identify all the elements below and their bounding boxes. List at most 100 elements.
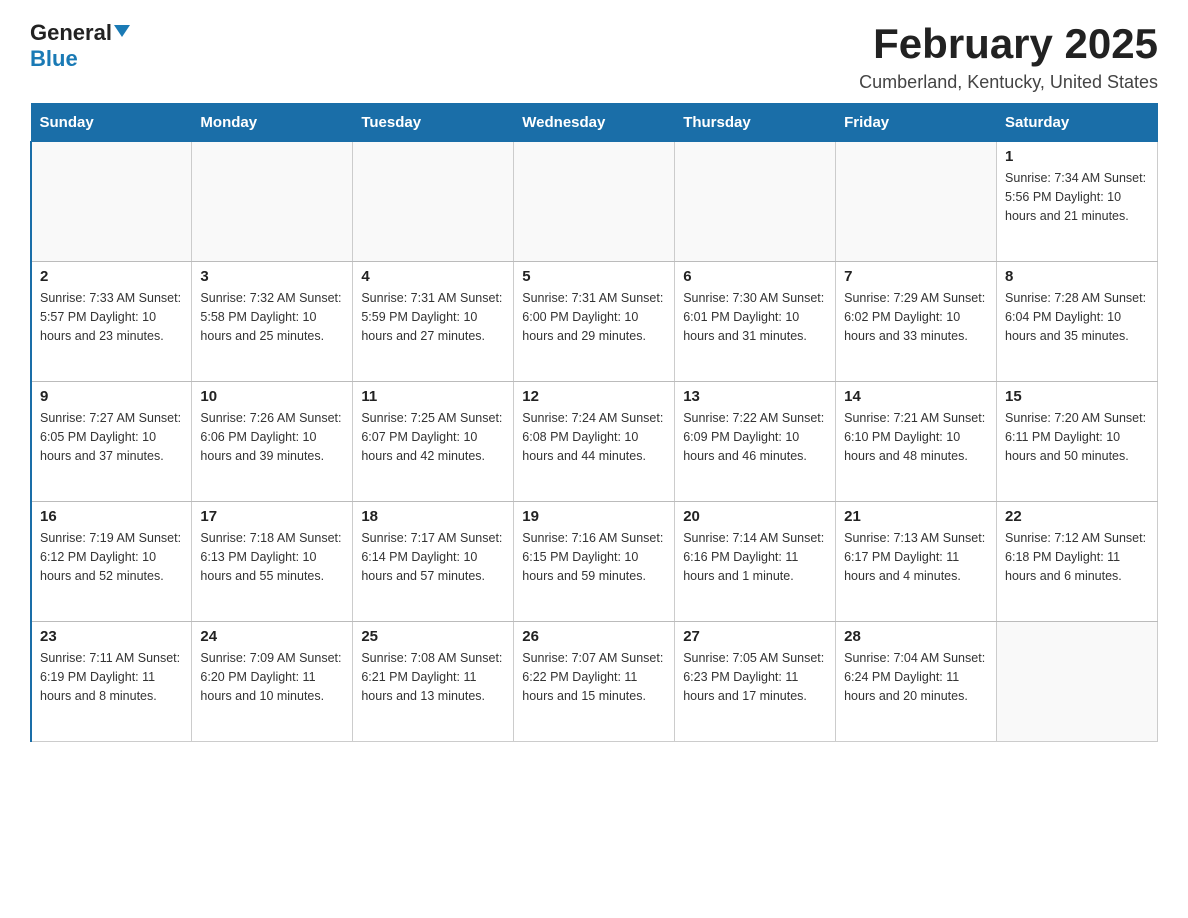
calendar-cell: 8 Sunrise: 7:28 AM Sunset: 6:04 PM Daylig… <box>997 262 1158 382</box>
calendar-cell: 10 Sunrise: 7:26 AM Sunset: 6:06 PM Dayli… <box>192 382 353 502</box>
calendar-cell: 1 Sunrise: 7:34 AM Sunset: 5:56 PM Daylig… <box>997 142 1158 262</box>
page-header: General Blue February 2025 Cumberland, K… <box>30 20 1158 93</box>
week-row-0: 1 Sunrise: 7:34 AM Sunset: 5:56 PM Daylig… <box>31 142 1158 262</box>
calendar-cell: 5Sunrise: 7:31 AM Sunset: 6:00 PM Daylig… <box>514 262 675 382</box>
day-info: Sunrise: 7:34 AM Sunset: 5:56 PM Dayligh… <box>1005 169 1149 225</box>
calendar-cell: 11Sunrise: 7:25 AM Sunset: 6:07 PM Dayli… <box>353 382 514 502</box>
day-number: 20 <box>683 508 827 525</box>
day-info: Sunrise: 7:29 AM Sunset: 6:02 PM Dayligh… <box>844 289 988 345</box>
day-info: Sunrise: 7:20 AM Sunset: 6:11 PM Dayligh… <box>1005 409 1149 465</box>
calendar-cell: 14 Sunrise: 7:21 AM Sunset: 6:10 PM Dayli… <box>836 382 997 502</box>
header-monday: Monday <box>192 104 353 142</box>
day-number: 26 <box>522 628 666 645</box>
day-info: Sunrise: 7:05 AM Sunset: 6:23 PM Dayligh… <box>683 649 827 705</box>
day-number: 8 <box>1005 268 1149 285</box>
calendar-cell: 21 Sunrise: 7:13 AM Sunset: 6:17 PM Dayli… <box>836 502 997 622</box>
day-number: 15 <box>1005 388 1149 405</box>
header-tuesday: Tuesday <box>353 104 514 142</box>
calendar-cell: 4Sunrise: 7:31 AM Sunset: 5:59 PM Daylig… <box>353 262 514 382</box>
logo: General Blue <box>30 20 130 72</box>
day-info: Sunrise: 7:24 AM Sunset: 6:08 PM Dayligh… <box>522 409 666 465</box>
week-row-2: 9Sunrise: 7:27 AM Sunset: 6:05 PM Daylig… <box>31 382 1158 502</box>
calendar-subtitle: Cumberland, Kentucky, United States <box>859 72 1158 93</box>
day-number: 14 <box>844 388 988 405</box>
calendar-cell <box>353 142 514 262</box>
header-wednesday: Wednesday <box>514 104 675 142</box>
day-number: 6 <box>683 268 827 285</box>
calendar-cell: 28 Sunrise: 7:04 AM Sunset: 6:24 PM Dayli… <box>836 622 997 742</box>
day-info: Sunrise: 7:12 AM Sunset: 6:18 PM Dayligh… <box>1005 529 1149 585</box>
day-number: 7 <box>844 268 988 285</box>
day-number: 25 <box>361 628 505 645</box>
calendar-cell <box>836 142 997 262</box>
header-friday: Friday <box>836 104 997 142</box>
calendar-cell: 12 Sunrise: 7:24 AM Sunset: 6:08 PM Dayli… <box>514 382 675 502</box>
day-info: Sunrise: 7:19 AM Sunset: 6:12 PM Dayligh… <box>40 529 183 585</box>
calendar-cell <box>675 142 836 262</box>
calendar-body: 1 Sunrise: 7:34 AM Sunset: 5:56 PM Daylig… <box>31 142 1158 742</box>
day-info: Sunrise: 7:17 AM Sunset: 6:14 PM Dayligh… <box>361 529 505 585</box>
day-info: Sunrise: 7:11 AM Sunset: 6:19 PM Dayligh… <box>40 649 183 705</box>
calendar-cell: 3 Sunrise: 7:32 AM Sunset: 5:58 PM Daylig… <box>192 262 353 382</box>
day-number: 22 <box>1005 508 1149 525</box>
calendar-cell: 15 Sunrise: 7:20 AM Sunset: 6:11 PM Dayli… <box>997 382 1158 502</box>
day-info: Sunrise: 7:31 AM Sunset: 5:59 PM Dayligh… <box>361 289 505 345</box>
week-row-1: 2 Sunrise: 7:33 AM Sunset: 5:57 PM Daylig… <box>31 262 1158 382</box>
logo-general: General <box>30 20 112 46</box>
header-saturday: Saturday <box>997 104 1158 142</box>
calendar-cell: 2 Sunrise: 7:33 AM Sunset: 5:57 PM Daylig… <box>31 262 192 382</box>
calendar-cell: 25Sunrise: 7:08 AM Sunset: 6:21 PM Dayli… <box>353 622 514 742</box>
day-number: 3 <box>200 268 344 285</box>
calendar-cell: 27 Sunrise: 7:05 AM Sunset: 6:23 PM Dayli… <box>675 622 836 742</box>
week-row-4: 23 Sunrise: 7:11 AM Sunset: 6:19 PM Dayli… <box>31 622 1158 742</box>
day-number: 28 <box>844 628 988 645</box>
header-sunday: Sunday <box>31 104 192 142</box>
day-info: Sunrise: 7:28 AM Sunset: 6:04 PM Dayligh… <box>1005 289 1149 345</box>
day-number: 27 <box>683 628 827 645</box>
day-number: 19 <box>522 508 666 525</box>
calendar-cell: 23 Sunrise: 7:11 AM Sunset: 6:19 PM Dayli… <box>31 622 192 742</box>
day-number: 23 <box>40 628 183 645</box>
day-info: Sunrise: 7:09 AM Sunset: 6:20 PM Dayligh… <box>200 649 344 705</box>
day-info: Sunrise: 7:07 AM Sunset: 6:22 PM Dayligh… <box>522 649 666 705</box>
day-info: Sunrise: 7:26 AM Sunset: 6:06 PM Dayligh… <box>200 409 344 465</box>
calendar-cell: 24 Sunrise: 7:09 AM Sunset: 6:20 PM Dayli… <box>192 622 353 742</box>
calendar-cell <box>192 142 353 262</box>
calendar-cell <box>514 142 675 262</box>
logo-blue: Blue <box>30 46 78 72</box>
day-number: 17 <box>200 508 344 525</box>
day-info: Sunrise: 7:13 AM Sunset: 6:17 PM Dayligh… <box>844 529 988 585</box>
day-info: Sunrise: 7:27 AM Sunset: 6:05 PM Dayligh… <box>40 409 183 465</box>
calendar-title: February 2025 <box>859 20 1158 68</box>
calendar-cell: 19 Sunrise: 7:16 AM Sunset: 6:15 PM Dayli… <box>514 502 675 622</box>
day-info: Sunrise: 7:21 AM Sunset: 6:10 PM Dayligh… <box>844 409 988 465</box>
calendar-cell: 16Sunrise: 7:19 AM Sunset: 6:12 PM Dayli… <box>31 502 192 622</box>
day-number: 1 <box>1005 148 1149 165</box>
day-number: 2 <box>40 268 183 285</box>
day-number: 12 <box>522 388 666 405</box>
day-number: 13 <box>683 388 827 405</box>
calendar-cell: 17Sunrise: 7:18 AM Sunset: 6:13 PM Dayli… <box>192 502 353 622</box>
calendar-cell: 7 Sunrise: 7:29 AM Sunset: 6:02 PM Daylig… <box>836 262 997 382</box>
day-number: 11 <box>361 388 505 405</box>
calendar-cell <box>997 622 1158 742</box>
day-number: 24 <box>200 628 344 645</box>
day-info: Sunrise: 7:32 AM Sunset: 5:58 PM Dayligh… <box>200 289 344 345</box>
logo-triangle-icon <box>114 25 130 37</box>
day-info: Sunrise: 7:04 AM Sunset: 6:24 PM Dayligh… <box>844 649 988 705</box>
calendar-cell: 26 Sunrise: 7:07 AM Sunset: 6:22 PM Dayli… <box>514 622 675 742</box>
calendar-header: SundayMondayTuesdayWednesdayThursdayFrid… <box>31 104 1158 142</box>
day-number: 10 <box>200 388 344 405</box>
day-number: 21 <box>844 508 988 525</box>
calendar-table: SundayMondayTuesdayWednesdayThursdayFrid… <box>30 103 1158 742</box>
day-info: Sunrise: 7:33 AM Sunset: 5:57 PM Dayligh… <box>40 289 183 345</box>
day-number: 18 <box>361 508 505 525</box>
week-row-3: 16Sunrise: 7:19 AM Sunset: 6:12 PM Dayli… <box>31 502 1158 622</box>
calendar-cell: 9Sunrise: 7:27 AM Sunset: 6:05 PM Daylig… <box>31 382 192 502</box>
calendar-cell: 13Sunrise: 7:22 AM Sunset: 6:09 PM Dayli… <box>675 382 836 502</box>
header-thursday: Thursday <box>675 104 836 142</box>
calendar-cell: 18 Sunrise: 7:17 AM Sunset: 6:14 PM Dayli… <box>353 502 514 622</box>
day-info: Sunrise: 7:16 AM Sunset: 6:15 PM Dayligh… <box>522 529 666 585</box>
calendar-cell <box>31 142 192 262</box>
day-info: Sunrise: 7:14 AM Sunset: 6:16 PM Dayligh… <box>683 529 827 585</box>
